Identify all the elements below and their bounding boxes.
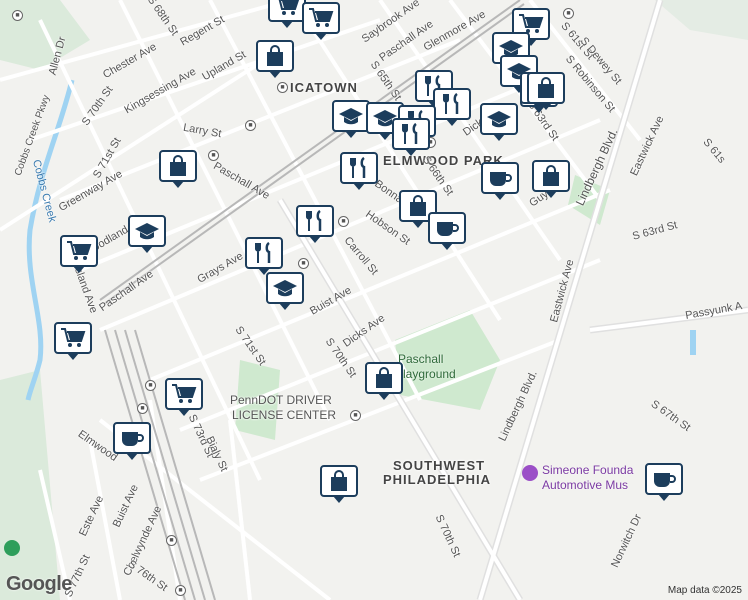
shopping-bag-marker-icon[interactable]: [365, 362, 403, 400]
restaurant-marker-icon[interactable]: [296, 205, 334, 243]
transit-stop-icon[interactable]: ■: [12, 10, 23, 21]
neighborhood-label-kingsessing: ICATOWN: [290, 80, 358, 95]
restaurant-marker-icon[interactable]: [340, 152, 378, 190]
shopping-cart-marker-icon[interactable]: [165, 378, 203, 416]
graduation-cap-marker-icon[interactable]: [332, 100, 370, 138]
shopping-cart-marker-icon[interactable]: [302, 2, 340, 40]
neighborhood-label-southwest: SOUTHWEST: [393, 458, 486, 473]
shopping-bag-marker-icon[interactable]: [159, 150, 197, 188]
map-data-attribution: Map data ©2025: [667, 585, 742, 596]
transit-stop-icon[interactable]: ■: [145, 380, 156, 391]
poi-label-penndot-2: LICENSE CENTER: [232, 408, 337, 422]
restaurant-marker-icon[interactable]: [392, 118, 430, 156]
park-label-paschall: Paschall: [398, 352, 444, 366]
shopping-bag-marker-icon[interactable]: [320, 465, 358, 503]
coffee-marker-icon[interactable]: [645, 463, 683, 501]
park-poi-icon[interactable]: [4, 540, 20, 556]
restaurant-marker-icon[interactable]: [245, 237, 283, 275]
poi-label-penndot-1: PennDOT DRIVER: [230, 393, 332, 407]
shopping-bag-marker-icon[interactable]: [256, 40, 294, 78]
coffee-marker-icon[interactable]: [113, 422, 151, 460]
graduation-cap-marker-icon[interactable]: [128, 215, 166, 253]
transit-stop-icon[interactable]: ■: [166, 535, 177, 546]
transit-stop-icon[interactable]: ■: [175, 585, 186, 596]
transit-stop-icon[interactable]: ■: [350, 410, 361, 421]
poi-label-simeone-1: Simeone Founda: [542, 463, 634, 477]
neighborhood-label-philadelphia: PHILADELPHIA: [383, 472, 492, 487]
coffee-marker-icon[interactable]: [428, 212, 466, 250]
museum-poi-icon[interactable]: [522, 465, 538, 481]
transit-stop-icon[interactable]: ■: [245, 120, 256, 131]
google-logo: Google: [6, 573, 72, 595]
transit-stop-icon[interactable]: ■: [563, 8, 574, 19]
shopping-cart-marker-icon[interactable]: [54, 322, 92, 360]
transit-stop-icon[interactable]: ■: [298, 258, 309, 269]
coffee-marker-icon[interactable]: [481, 162, 519, 200]
transit-stop-icon[interactable]: ■: [277, 82, 288, 93]
graduation-cap-marker-icon[interactable]: [480, 103, 518, 141]
restaurant-marker-icon[interactable]: [433, 88, 471, 126]
transit-stop-icon[interactable]: ■: [338, 216, 349, 227]
transit-stop-icon[interactable]: ■: [137, 403, 148, 414]
shopping-cart-marker-icon[interactable]: [60, 235, 98, 273]
park-label-playground: Playground: [395, 367, 456, 381]
transit-stop-icon[interactable]: ■: [208, 150, 219, 161]
shopping-cart-marker-icon[interactable]: [268, 0, 306, 28]
poi-label-simeone-2: Automotive Mus: [542, 478, 629, 492]
shopping-bag-marker-icon[interactable]: [527, 72, 565, 110]
shopping-bag-marker-icon[interactable]: [532, 160, 570, 198]
graduation-cap-marker-icon[interactable]: [266, 272, 304, 310]
